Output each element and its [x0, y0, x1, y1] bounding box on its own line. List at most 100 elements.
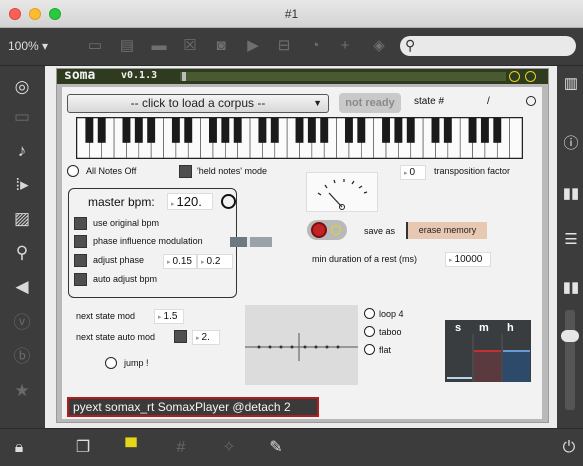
- next-state-mod-number[interactable]: ▸ 1.5: [154, 309, 184, 324]
- jump-button[interactable]: [105, 357, 117, 369]
- phase-influence-slider[interactable]: [230, 237, 272, 247]
- mixer-icon[interactable]: ▥: [561, 74, 581, 94]
- image-icon[interactable]: ▨: [10, 208, 34, 230]
- volume-slider-knob[interactable]: [561, 330, 579, 342]
- button-object-icon[interactable]: ◙: [212, 37, 230, 55]
- star-icon[interactable]: ★: [10, 380, 34, 402]
- held-notes-toggle[interactable]: [179, 165, 192, 178]
- save-as-label[interactable]: save as: [364, 226, 395, 236]
- black-key[interactable]: [443, 118, 452, 143]
- window-title: #1: [284, 7, 299, 21]
- black-key[interactable]: [307, 118, 316, 143]
- search-input[interactable]: ⚲: [400, 36, 576, 56]
- bpm-beat-indicator[interactable]: [221, 194, 236, 209]
- zoom-menu[interactable]: 100% ▾: [8, 39, 48, 53]
- black-key[interactable]: [382, 118, 390, 143]
- keyboard-icon[interactable]: ▭: [10, 106, 34, 128]
- volume-slider-track[interactable]: [565, 310, 575, 410]
- paperclip-icon[interactable]: ⚲: [10, 242, 34, 264]
- auto-adjust-bpm-toggle[interactable]: [74, 273, 87, 286]
- pyext-object[interactable]: pyext somax_rt SomaxPlayer @detach 2: [67, 397, 319, 417]
- flat-radio[interactable]: [364, 344, 375, 355]
- status-button[interactable]: not ready: [339, 93, 401, 113]
- toggle-object-icon[interactable]: ☒: [181, 37, 199, 55]
- black-key[interactable]: [357, 118, 366, 143]
- phase-influence-knob[interactable]: [247, 237, 250, 247]
- erase-memory-button[interactable]: erase memory: [406, 222, 487, 239]
- dial-object-icon[interactable]: ◔: [306, 37, 324, 55]
- adjust-phase-toggle[interactable]: [74, 254, 87, 267]
- number-arrow-icon: ▸: [201, 259, 205, 266]
- step-sequence-icon[interactable]: ⁞▸: [10, 174, 34, 196]
- black-key[interactable]: [85, 118, 94, 143]
- smh-multislider[interactable]: s m h: [445, 320, 531, 382]
- black-key[interactable]: [493, 118, 502, 143]
- phase-influence-toggle[interactable]: [74, 235, 87, 248]
- power-icon[interactable]: ⏻: [559, 438, 579, 458]
- state-graph-plot: [245, 333, 358, 361]
- taboo-radio[interactable]: [364, 326, 375, 337]
- list-icon[interactable]: ☰: [561, 230, 581, 250]
- corpus-dropdown[interactable]: -- click to load a corpus -- ▼: [67, 94, 329, 113]
- min-rest-number[interactable]: ▸ 10000: [445, 252, 491, 267]
- black-key[interactable]: [97, 118, 106, 143]
- adjust-phase-number-2[interactable]: ▸ 0.2: [197, 254, 233, 269]
- wrench-icon[interactable]: ✎: [266, 438, 286, 458]
- black-key[interactable]: [394, 118, 403, 143]
- music-note-icon[interactable]: ♪: [10, 140, 34, 162]
- slider-object-icon[interactable]: ⊟: [275, 37, 293, 55]
- header-led-2[interactable]: [525, 71, 536, 82]
- black-key[interactable]: [431, 118, 440, 143]
- target-icon[interactable]: ◎: [10, 76, 34, 98]
- windows-icon[interactable]: ❐: [73, 438, 93, 458]
- black-key[interactable]: [233, 118, 242, 143]
- plug-icon[interactable]: ◀: [10, 276, 34, 298]
- play-object-icon[interactable]: ▶: [244, 37, 262, 55]
- black-key[interactable]: [147, 118, 156, 143]
- lock-icon[interactable]: 🔒︎: [9, 438, 29, 458]
- add-object-icon[interactable]: +: [336, 37, 354, 55]
- black-key[interactable]: [209, 118, 217, 143]
- all-notes-off-button[interactable]: [67, 165, 79, 177]
- black-key[interactable]: [122, 118, 131, 143]
- black-key[interactable]: [270, 118, 279, 143]
- presentation-mode-icon[interactable]: ▀: [121, 438, 141, 458]
- b-circle-icon[interactable]: ⓑ: [10, 346, 34, 368]
- transposition-number[interactable]: ▸ 0: [400, 165, 426, 180]
- info-icon[interactable]: ⓘ: [561, 134, 581, 154]
- piano-keyboard[interactable]: [76, 117, 523, 159]
- grid-icon[interactable]: #: [171, 438, 191, 458]
- black-key[interactable]: [134, 118, 143, 143]
- next-state-auto-mod-toggle[interactable]: [174, 330, 187, 343]
- comment-box-icon[interactable]: ▤: [118, 37, 136, 55]
- presentation-icon[interactable]: ▭: [86, 37, 104, 55]
- state-graph[interactable]: [245, 305, 358, 385]
- loop-radio[interactable]: [364, 308, 375, 319]
- reference-book-icon[interactable]: ▮▮: [561, 184, 581, 204]
- black-key[interactable]: [344, 118, 353, 143]
- next-state-auto-mod-number[interactable]: ▸ 2.: [192, 330, 220, 345]
- master-bpm-number[interactable]: ▸ 120.: [167, 193, 213, 210]
- black-key[interactable]: [295, 118, 304, 143]
- black-key[interactable]: [320, 118, 329, 143]
- columns-icon[interactable]: ▮▮: [561, 278, 581, 298]
- black-key[interactable]: [480, 118, 489, 143]
- white-key[interactable]: [509, 117, 523, 159]
- black-key[interactable]: [406, 118, 415, 143]
- message-icon[interactable]: ▬: [150, 37, 168, 55]
- black-key[interactable]: [468, 118, 477, 143]
- paint-bucket-icon[interactable]: ◈: [370, 37, 388, 55]
- record-led[interactable]: [331, 225, 341, 235]
- black-key[interactable]: [258, 118, 267, 143]
- state-indicator[interactable]: [526, 96, 536, 106]
- snap-icon[interactable]: ✧: [219, 438, 239, 458]
- record-button[interactable]: [311, 222, 327, 238]
- black-key[interactable]: [171, 118, 180, 143]
- black-key[interactable]: [184, 118, 193, 143]
- black-key[interactable]: [221, 118, 230, 143]
- header-led-1[interactable]: [509, 71, 520, 82]
- use-original-bpm-toggle[interactable]: [74, 217, 87, 230]
- v-circle-icon[interactable]: ⓥ: [10, 312, 34, 334]
- keyboard-keys: [76, 117, 523, 159]
- adjust-phase-number-1[interactable]: ▸ 0.15: [163, 254, 197, 269]
